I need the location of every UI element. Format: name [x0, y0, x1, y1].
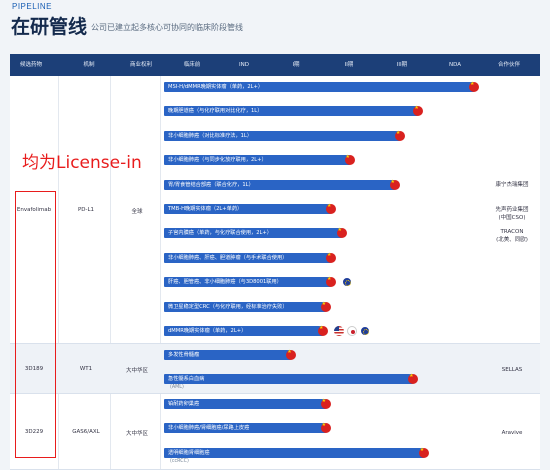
flag-cn-icon: [389, 179, 400, 190]
page-header: PIPELINE 在研管线 公司已建立起多核心可协同的临床阶段管线: [0, 0, 550, 52]
license-in-annotation: 均为License-in: [22, 153, 142, 173]
indication-label: MSI-H/dMMR晚期实体瘤（单药，2L+）: [168, 84, 264, 90]
partner-name: 先声药业集团 (中国CSO): [495, 207, 529, 221]
commercial-rights: 大中华区: [125, 368, 148, 374]
flag-jp-icon: [347, 326, 357, 336]
col-header-partners: 合作伙伴: [497, 62, 520, 68]
indication-label: 多发性骨髓瘤: [168, 352, 200, 358]
flag-us-icon: [334, 326, 344, 336]
indication-label: 胃/胃食管结合部癌（联合化疗，1L）: [168, 181, 254, 188]
indication-label: 晚期胆道癌（与化疗联用对比化疗，1L）: [168, 108, 263, 115]
indication-label: TMB-H晚期实体瘤（2L+单药）: [168, 206, 243, 212]
partner-name: Aravive: [501, 430, 523, 436]
pipeline-progress-bar: 非小细胞肺癌（对比标准疗法，1L）: [164, 130, 400, 141]
pipeline-progress-bar: 肝癌、胆管癌、非小细胞肺癌（与3D8001联用）: [164, 277, 331, 288]
pipeline-progress-bar: 晚期胆道癌（与化疗联用对比化疗，1L）: [164, 106, 419, 117]
indication-subnote: (ccRCC): [170, 458, 189, 464]
pipeline-progress-bar: 非小细胞肺癌、肝癌、胆道肿瘤（与手术联合使用）: [164, 252, 331, 263]
indication-label: 透明细胞肾细胞癌: [168, 449, 210, 456]
mechanism: WT1: [79, 366, 93, 372]
indication-label: 微卫星稳定型CRC（与化疗联用，经标准治疗失败）: [168, 303, 288, 310]
pipeline-table-header: 候选药物 机制 商业权利 临床前 IND I期 II期 III期 NDA 合作伙…: [10, 54, 540, 76]
indication-label: 子宫内膜癌（单药，与化疗联合使用，2L+）: [168, 230, 272, 237]
col-header-preclinical: 临床前: [183, 62, 201, 68]
flag-cn-icon: [320, 301, 331, 312]
col-header-drug: 候选药物: [19, 62, 42, 68]
pipeline-progress-bar: 急性髓系白血病: [164, 374, 414, 385]
pipeline-progress-bar: 微卫星稳定型CRC（与化疗联用，经标准治疗失败）: [164, 301, 326, 312]
flag-cn-icon: [394, 130, 405, 141]
pipeline-progress-bar: dMMR晚期实体瘤（单药，2L+）: [164, 326, 323, 336]
mechanism: GAS6/AXL: [72, 429, 100, 435]
col-header-rights: 商业权利: [129, 62, 152, 68]
pipeline-progress-bar: MSI-H/dMMR晚期实体瘤（单药，2L+）: [164, 82, 475, 92]
flag-cn-icon: [320, 398, 331, 409]
pipeline-progress-bar: 非小细胞肺癌/肾细胞癌/尿路上皮癌: [164, 423, 326, 434]
pipeline-progress-bar: 子宫内膜癌（单药，与化疗联合使用，2L+）: [164, 228, 342, 239]
pipeline-progress-bar: 胃/胃食管结合部癌（联合化疗，1L）: [164, 179, 395, 190]
partner-name: TRACON (北美、同欧): [496, 229, 528, 243]
page-subtitle: 公司已建立起多核心可协同的临床阶段管线: [91, 23, 243, 32]
mechanism: PD-L1: [77, 207, 95, 213]
col-header-phase1: I期: [292, 62, 300, 68]
col-header-nda: NDA: [448, 62, 461, 68]
indication-label: 铂耐药卵巢癌: [168, 401, 200, 407]
indication-subnote: (AML): [170, 385, 184, 391]
flag-cn-icon: [325, 252, 336, 263]
indication-label: dMMR晚期实体瘤（单药，2L+）: [168, 328, 247, 334]
section-kicker: PIPELINE: [12, 2, 53, 11]
flag-eu-icon: [360, 326, 370, 336]
pipeline-progress-bar: 铂耐药卵巢癌: [164, 399, 326, 409]
indication-label: 非小细胞肺癌、肝癌、胆道肿瘤（与手术联合使用）: [168, 254, 288, 261]
partner-name: SELLAS: [501, 367, 523, 373]
flag-cn-icon: [336, 227, 347, 239]
flag-cn-icon: [418, 447, 429, 458]
partner-name: 康宁杰瑞集团: [495, 182, 529, 188]
indication-label: 非小细胞肺癌（与同步化放疗联用，2L+）: [168, 157, 267, 164]
page-title: 在研管线: [11, 16, 88, 38]
col-header-phase2: II期: [344, 62, 354, 68]
col-header-phase3: III期: [396, 62, 408, 68]
commercial-rights: 全球: [131, 209, 143, 215]
flag-cn-icon: [318, 325, 328, 336]
pipeline-progress-bar: 多发性骨髓瘤: [164, 350, 292, 360]
indication-label: 非小细胞肺癌/肾细胞癌/尿路上皮癌: [168, 425, 250, 432]
indication-label: 非小细胞肺癌（对比标准疗法，1L）: [168, 132, 253, 139]
pipeline-progress-bar: 非小细胞肺癌（与同步化放疗联用，2L+）: [164, 155, 350, 166]
col-header-mechanism: 机制: [83, 62, 95, 68]
flag-cn-icon: [469, 81, 480, 92]
commercial-rights: 大中华区: [125, 431, 148, 437]
pipeline-progress-bar: TMB-H晚期实体瘤（2L+单药）: [164, 204, 331, 214]
col-header-ind: IND: [239, 62, 249, 68]
pipeline-table-body: Envafolimab PD-L1 全球 康宁杰瑞集团 先声药业集团 (中国CSO) TR…: [10, 76, 540, 470]
flag-cn-icon: [344, 154, 355, 166]
pipeline-progress-bar: 透明细胞肾细胞癌: [164, 447, 424, 458]
annotation-highlight-box: [15, 191, 56, 458]
flag-cn-icon: [325, 203, 336, 214]
indication-label: 肝癌、胆管癌、非小细胞肺癌（与3D8001联用）: [168, 279, 282, 286]
indication-label: 急性髓系白血病: [168, 376, 205, 383]
